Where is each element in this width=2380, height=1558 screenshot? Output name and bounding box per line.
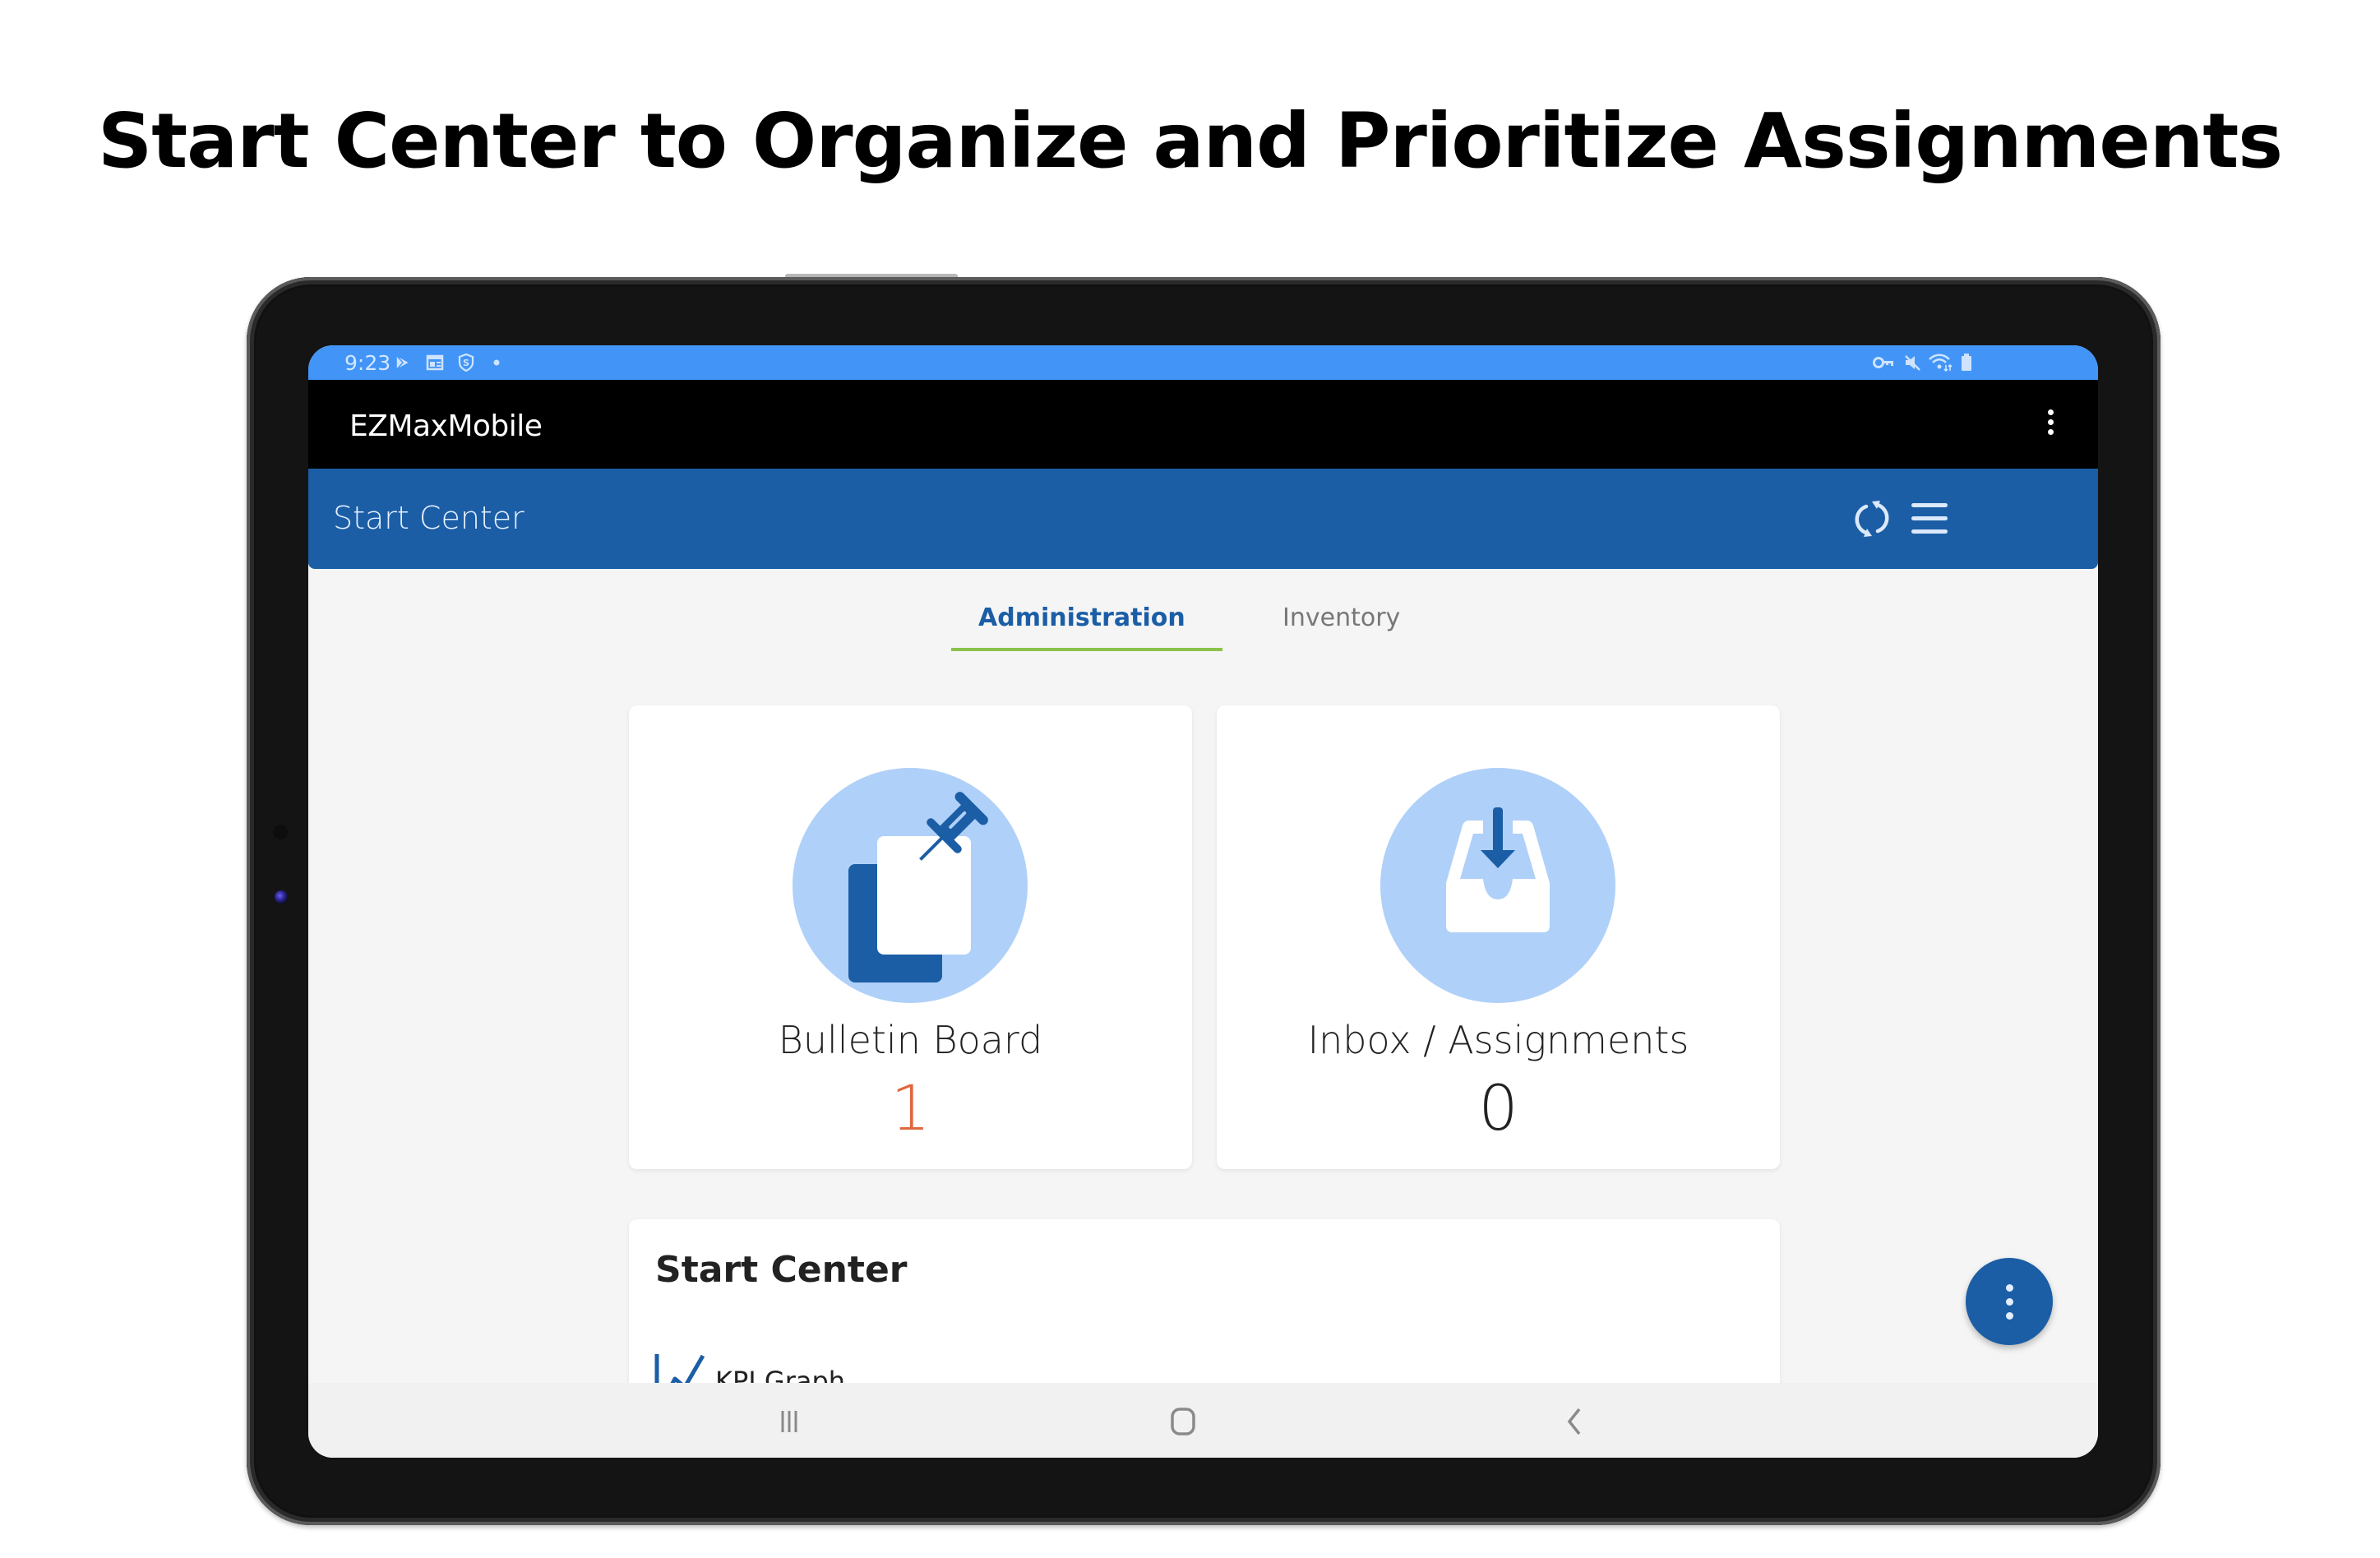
vpn-key-icon [1873, 357, 1893, 368]
tab-inventory[interactable]: Inventory [1282, 603, 1400, 632]
inbox-assignments-card[interactable]: Inbox / Assignments 0 [1217, 705, 1780, 1169]
bulletin-board-count: 1 [890, 1071, 931, 1144]
bulletin-pin-icon [848, 792, 988, 982]
tablet-sensor [273, 825, 288, 839]
recent-apps-icon[interactable] [765, 1401, 814, 1442]
tab-administration[interactable]: Administration [978, 603, 1185, 632]
bulletin-icon-circle [793, 768, 1028, 1003]
system-nav-bar [308, 1383, 2098, 1458]
inbox-icon-circle [1380, 768, 1615, 1003]
inbox-download-icon [1446, 807, 1550, 932]
app-bar: EZMaxMobile [308, 380, 2098, 469]
inbox-assignments-label: Inbox / Assignments [1307, 1018, 1689, 1062]
start-center-header: Start Center [308, 469, 2098, 569]
floating-action-button[interactable] [1966, 1258, 2053, 1345]
tab-bar: Administration Inventory [308, 569, 2098, 659]
more-vert-icon [2045, 409, 2055, 435]
shield-s-icon: S [458, 354, 474, 372]
notification-dot-icon [493, 359, 500, 366]
active-tab-indicator [951, 648, 1222, 651]
battery-icon [1962, 354, 1971, 371]
panel-title: Start Center [655, 1249, 908, 1291]
status-bar: 9:23 S [308, 345, 2098, 380]
status-time: 9:23 [344, 351, 391, 375]
home-icon[interactable] [1158, 1401, 1208, 1442]
tablet-camera [275, 890, 288, 904]
bulletin-board-card[interactable]: Bulletin Board 1 [629, 705, 1192, 1169]
svg-text:S: S [463, 358, 469, 368]
device-screen: 9:23 S EZMaxMobile Start Center Administ… [308, 345, 2098, 1458]
app-title: EZMaxMobile [349, 409, 543, 443]
header-title: Start Center [333, 500, 525, 536]
back-icon[interactable] [1550, 1401, 1599, 1442]
wifi-icon [1929, 354, 1953, 372]
hamburger-menu-icon[interactable] [1907, 497, 1952, 541]
sync-icon[interactable] [1850, 497, 1894, 541]
bulletin-board-label: Bulletin Board [778, 1018, 1043, 1062]
overflow-menu-button[interactable] [2045, 409, 2055, 442]
inbox-assignments-count: 0 [1478, 1071, 1518, 1144]
calendar-notification-icon [426, 354, 444, 371]
page-headline: Start Center to Organize and Prioritize … [97, 97, 2283, 185]
play-store-icon [395, 354, 411, 372]
mute-icon [1905, 355, 1920, 371]
